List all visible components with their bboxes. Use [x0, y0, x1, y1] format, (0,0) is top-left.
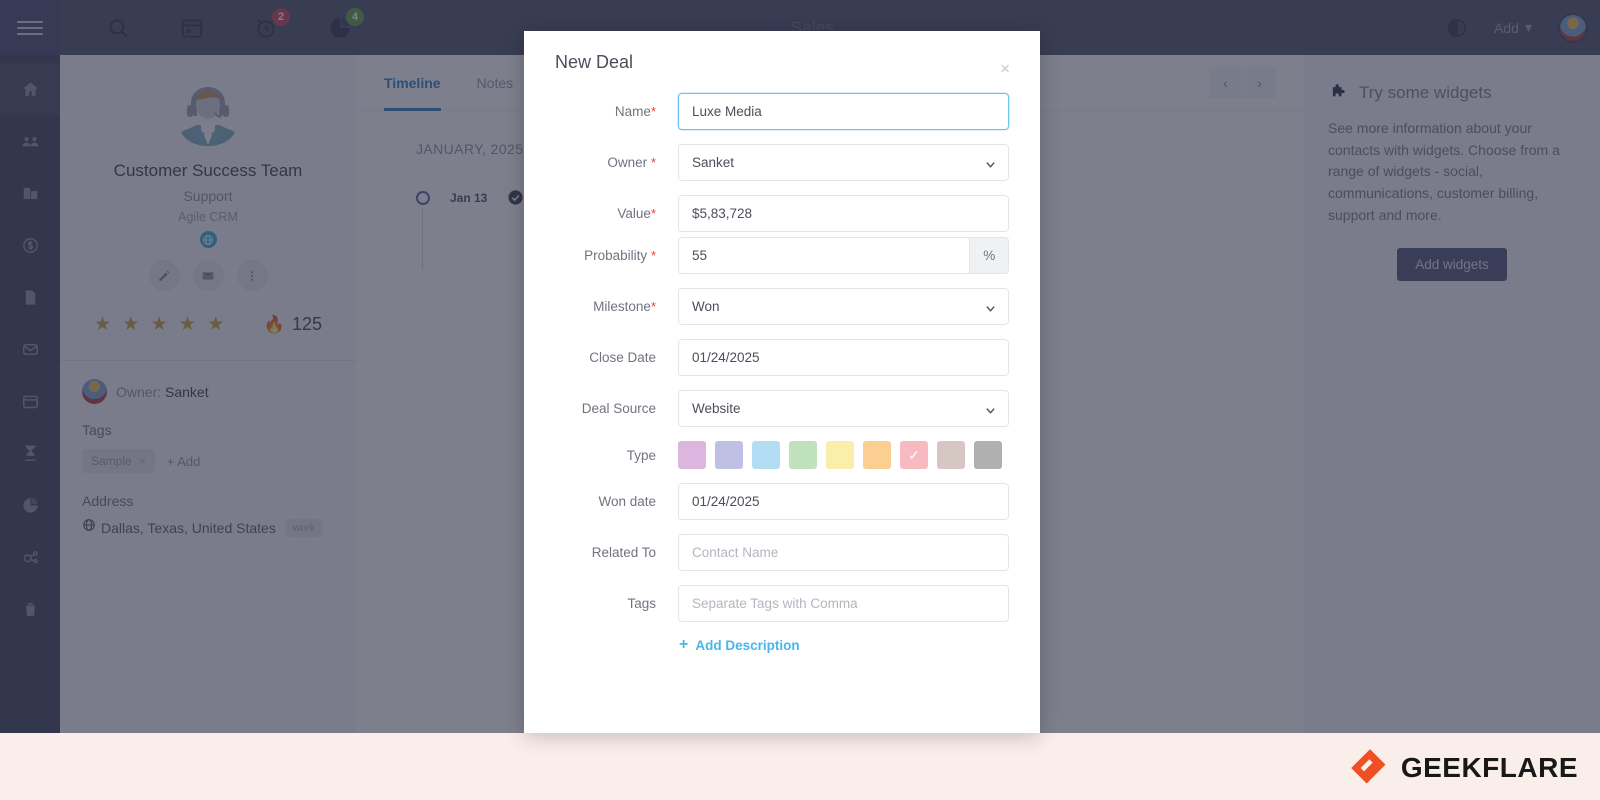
probability-input[interactable]	[678, 237, 971, 274]
field-row-close-date: Close Date	[555, 339, 1009, 376]
value-label: Value*	[617, 206, 656, 221]
won-date-input[interactable]	[678, 483, 1009, 520]
type-swatch-group: ✓ ✓ ✓ ✓ ✓ ✓ ✓ ✓ ✓	[678, 441, 1009, 469]
field-row-type: Type ✓ ✓ ✓ ✓ ✓ ✓ ✓ ✓ ✓	[555, 441, 1009, 469]
dialog-title: New Deal	[555, 51, 634, 72]
close-date-input[interactable]	[678, 339, 1009, 376]
check-icon: ✓	[908, 447, 920, 463]
required-marker: *	[650, 206, 656, 221]
owner-select[interactable]: Sanket	[678, 144, 1009, 181]
milestone-select[interactable]: Won	[678, 288, 1009, 325]
required-marker: *	[650, 248, 656, 263]
add-description-label: Add Description	[695, 637, 800, 653]
won-date-label: Won date	[598, 494, 656, 509]
type-swatch-3[interactable]: ✓	[752, 441, 780, 469]
field-row-value: Value*	[555, 195, 1009, 232]
close-icon[interactable]: ×	[1000, 60, 1010, 77]
field-row-tags: Tags	[555, 585, 1009, 622]
type-swatch-1[interactable]: ✓	[678, 441, 706, 469]
plus-icon: +	[679, 636, 689, 653]
percent-suffix: %	[970, 237, 1009, 274]
type-swatch-9[interactable]: ✓	[974, 441, 1002, 469]
new-deal-dialog: New Deal × Name* Owner * Sanket Value*	[524, 31, 1040, 733]
type-swatch-2[interactable]: ✓	[715, 441, 743, 469]
type-swatch-7[interactable]: ✓	[900, 441, 928, 469]
brand-logo: GEEKFLARE	[1351, 749, 1578, 787]
required-marker: *	[650, 299, 656, 314]
related-to-input[interactable]	[678, 534, 1009, 571]
value-input[interactable]	[678, 195, 1009, 232]
type-swatch-8[interactable]: ✓	[937, 441, 965, 469]
name-label: Name*	[614, 104, 656, 119]
milestone-label: Milestone*	[593, 299, 656, 314]
type-swatch-5[interactable]: ✓	[826, 441, 854, 469]
dialog-body: Name* Owner * Sanket Value*	[524, 93, 1040, 654]
dialog-header: New Deal ×	[524, 31, 1040, 93]
type-label: Type	[626, 447, 656, 463]
related-to-label: Related To	[591, 545, 656, 560]
screen: 2 4 Sales Add ▾	[0, 0, 1600, 800]
required-marker: *	[650, 155, 656, 170]
tags-label: Tags	[627, 596, 656, 611]
field-row-milestone: Milestone* Won	[555, 288, 1009, 325]
close-date-label: Close Date	[589, 350, 656, 365]
required-marker: *	[650, 104, 656, 119]
tags-input[interactable]	[678, 585, 1009, 622]
field-row-deal-source: Deal Source Website	[555, 390, 1009, 427]
owner-label: Owner *	[607, 155, 656, 170]
deal-source-select[interactable]: Website	[678, 390, 1009, 427]
deal-source-label: Deal Source	[581, 401, 656, 416]
field-row-owner: Owner * Sanket	[555, 144, 1009, 181]
type-swatch-6[interactable]: ✓	[863, 441, 891, 469]
add-description-button[interactable]: + Add Description	[678, 636, 1009, 654]
field-row-related-to: Related To	[555, 534, 1009, 571]
brand-name: GEEKFLARE	[1400, 752, 1578, 783]
type-swatch-4[interactable]: ✓	[789, 441, 817, 469]
probability-label: Probability *	[584, 248, 656, 263]
field-row-name: Name*	[555, 93, 1009, 130]
geekflare-mark-icon	[1351, 749, 1389, 787]
field-row-probability: Probability * %	[555, 237, 1009, 274]
footer-bar: GEEKFLARE	[0, 733, 1600, 800]
field-row-won-date: Won date	[555, 483, 1009, 520]
name-input[interactable]	[678, 93, 1009, 130]
